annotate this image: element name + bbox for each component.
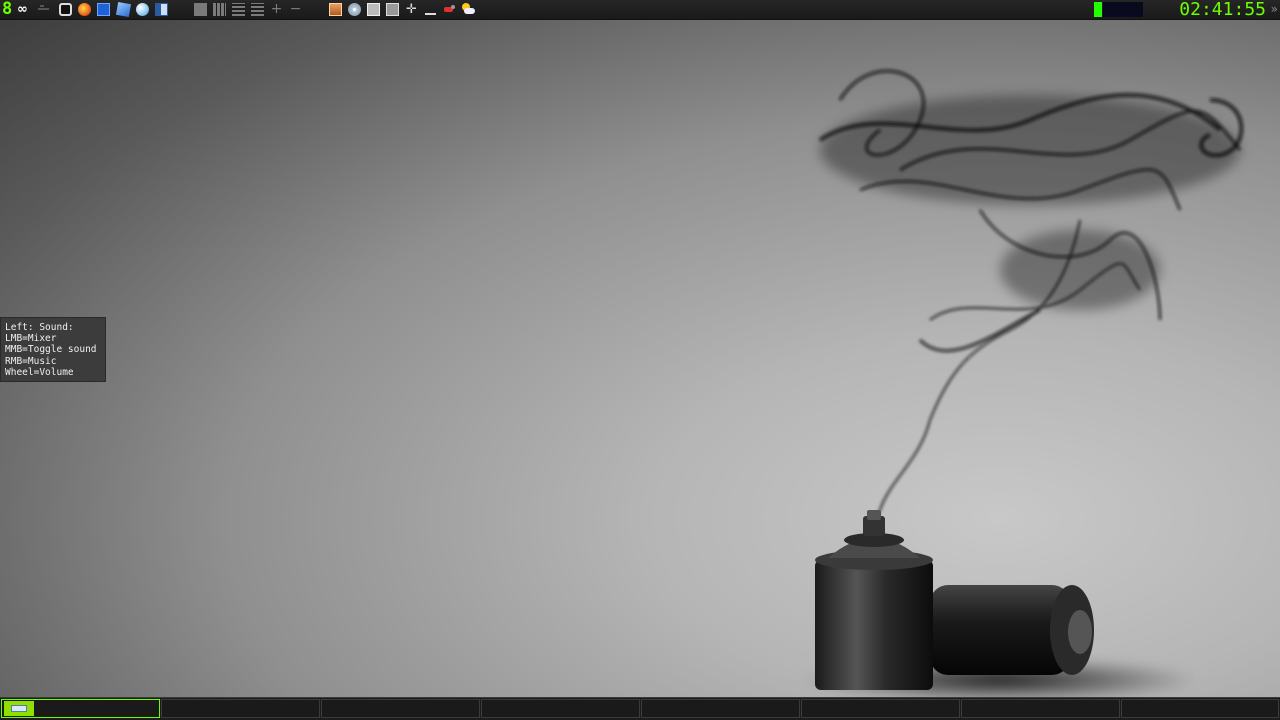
package-icon[interactable]: [115, 1, 132, 18]
taskbar: [0, 697, 1280, 720]
layout-floating-icon[interactable]: [194, 3, 207, 16]
infinity-icon[interactable]: ∞: [17, 3, 30, 16]
task-slot-4[interactable]: [481, 699, 640, 718]
tooltip-wheel: Wheel=Volume: [5, 366, 74, 378]
memory-meter: [1103, 2, 1143, 17]
clock[interactable]: 02:41:55: [1179, 0, 1266, 19]
wallpaper-spray-can-art: [800, 69, 1244, 700]
top-panel: 8 ∞ + − ✛ 02:41:55 »: [0, 0, 1280, 20]
task-slot-1[interactable]: [1, 699, 160, 718]
tooltip-rmb: RMB=Music: [5, 355, 57, 367]
firefox-icon[interactable]: [78, 3, 91, 16]
mail-icon[interactable]: [367, 3, 380, 16]
minimize-icon[interactable]: [424, 3, 437, 16]
archive-icon[interactable]: [329, 3, 342, 16]
weather-icon[interactable]: [462, 3, 475, 16]
task-slot-7[interactable]: [961, 699, 1120, 718]
task-slot-2[interactable]: [161, 699, 320, 718]
add-window-icon[interactable]: +: [270, 2, 283, 16]
image-viewer-icon[interactable]: [386, 3, 399, 16]
cpu-meter: [1094, 2, 1102, 17]
tooltip-title: Left: Sound:: [5, 322, 74, 333]
terminal-icon[interactable]: [59, 3, 72, 16]
layout-tile-icon[interactable]: [213, 3, 226, 16]
task-slot-6[interactable]: [801, 699, 960, 718]
task-slot-3[interactable]: [321, 699, 480, 718]
tooltip-mmb: MMB=Toggle sound: [5, 344, 97, 356]
layout-rows-icon[interactable]: [232, 3, 245, 16]
tray-toggle-icon[interactable]: [37, 3, 50, 16]
chevron-right-icon[interactable]: »: [1271, 1, 1278, 18]
remove-window-icon[interactable]: −: [289, 2, 302, 16]
task-slot-5[interactable]: [641, 699, 800, 718]
browser-globe-icon[interactable]: [136, 3, 149, 16]
network-icon[interactable]: [443, 3, 456, 16]
move-icon[interactable]: ✛: [405, 3, 418, 16]
text-editor-icon[interactable]: [155, 3, 168, 16]
task-slot-8[interactable]: [1121, 699, 1279, 718]
sound-tooltip: Left: Sound: LMB=Mixer MMB=Toggle sound …: [0, 317, 106, 382]
workspace-number[interactable]: 8: [2, 0, 14, 19]
tooltip-lmb: LMB=Mixer: [5, 333, 57, 345]
layout-stacked-icon[interactable]: [251, 3, 264, 16]
window-icon: [4, 701, 34, 716]
disk-icon[interactable]: [348, 3, 361, 16]
file-manager-icon[interactable]: [97, 3, 110, 16]
